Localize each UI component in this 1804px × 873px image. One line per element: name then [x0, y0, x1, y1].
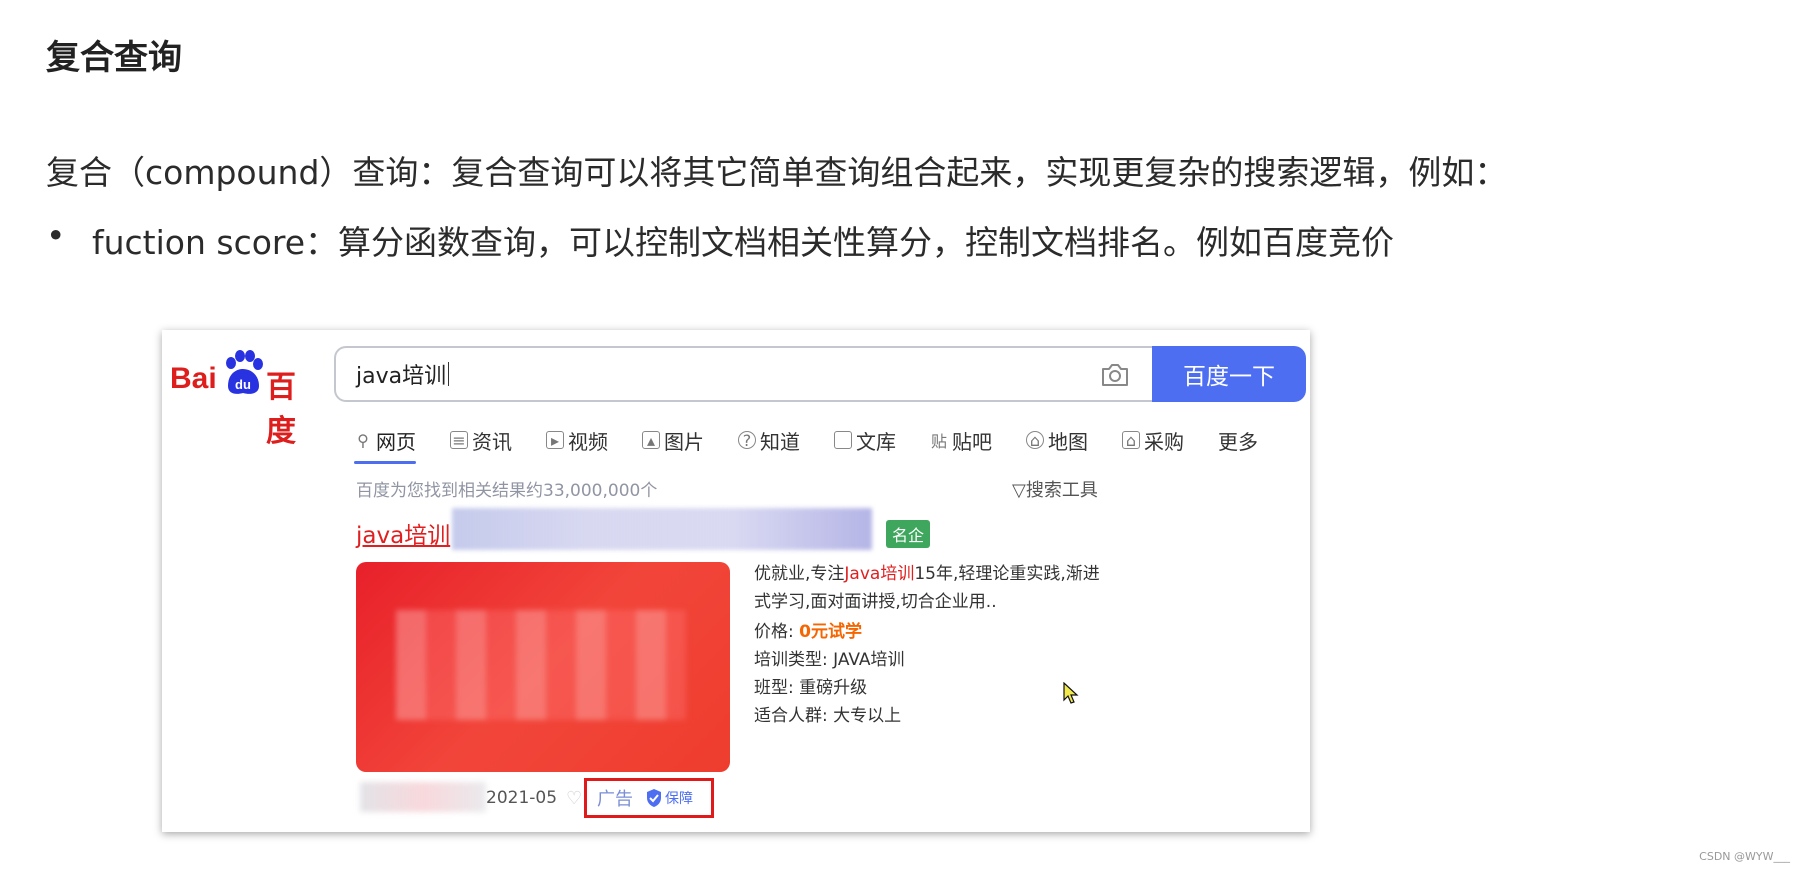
tab-label: 知道: [760, 429, 800, 454]
ad-date: 2021-05: [486, 788, 558, 808]
tab-label: 采购: [1144, 429, 1184, 454]
ad-description: 优就业,专注Java培训15年,轻理论重实践,渐进 式学习,面对面讲授,切合企业…: [754, 560, 1100, 616]
slide-title: 复合查询: [46, 38, 182, 78]
paw-icon: du: [222, 350, 264, 396]
famous-company-badge: 名企: [886, 520, 931, 548]
bullet-dot: •: [46, 216, 66, 255]
desc-line-2: 式学习,面对面讲授,切合企业用..: [754, 592, 997, 612]
price-line: 价格: 0元试学: [754, 622, 862, 642]
camera-icon[interactable]: [1100, 361, 1130, 389]
blurred-title-region: [452, 508, 872, 550]
tab-label: 文库: [856, 429, 896, 454]
tab-label: 贴吧: [952, 429, 992, 454]
logo-cn: 百度: [266, 370, 296, 449]
search-tools-label: 搜索工具: [1025, 480, 1098, 501]
tab-label: 图片: [664, 429, 704, 454]
map-icon: ⌂: [1026, 431, 1044, 450]
tab-label: 视频: [568, 429, 608, 454]
search-icon: ⚲: [357, 430, 369, 450]
baidu-screenshot: Bai du 百度 java培训 百度一下 ⚲ 网页 ≡ 资讯 ▸ 视频 ▴ 图…: [162, 330, 1310, 832]
logo-latin: Bai: [170, 362, 217, 395]
text-caret: [448, 362, 450, 386]
tab-map[interactable]: ⌂ 地图: [1026, 420, 1088, 460]
heart-icon[interactable]: ♡: [566, 788, 582, 809]
guarantee-label: 保障: [665, 791, 693, 807]
mouse-cursor-icon: [1063, 682, 1079, 704]
result-count: 百度为您找到相关结果约33,000,000个: [356, 481, 658, 501]
tab-tieba[interactable]: 贴 贴吧: [930, 420, 992, 460]
image-icon: ▴: [642, 431, 660, 450]
video-icon: ▸: [546, 431, 564, 450]
search-value: java培训: [356, 364, 447, 389]
news-icon: ≡: [450, 431, 468, 450]
ad-guarantee-box[interactable]: 广告 保障: [584, 778, 714, 818]
tab-purchase[interactable]: ⌂ 采购: [1122, 420, 1184, 460]
ad-result-title[interactable]: java培训: [356, 516, 450, 550]
watermark: CSDN @WYW___: [1699, 850, 1790, 863]
question-icon: ?: [738, 431, 756, 450]
tab-video[interactable]: ▸ 视频: [546, 420, 608, 460]
search-tools-button[interactable]: ▽搜索工具: [1012, 476, 1098, 502]
ad-label: 广告: [597, 789, 633, 810]
desc-line-1: 优就业,专注Java培训15年,轻理论重实践,渐进: [754, 564, 1100, 584]
blurred-source: [360, 782, 486, 812]
tab-wenku[interactable]: 文库: [834, 420, 896, 460]
tab-label: 地图: [1048, 429, 1088, 454]
tab-more[interactable]: 更多: [1218, 420, 1258, 460]
bag-icon: ⌂: [1122, 431, 1140, 450]
search-tabs: ⚲ 网页 ≡ 资讯 ▸ 视频 ▴ 图片 ? 知道 文库 贴 贴吧 ⌂ 地图 ⌂ …: [354, 420, 1292, 464]
tab-image[interactable]: ▴ 图片: [642, 420, 704, 460]
ad-info-lines: 价格: 0元试学 培训类型: JAVA培训 班型: 重磅升级 适合人群: 大专以…: [754, 618, 905, 730]
search-button[interactable]: 百度一下: [1152, 346, 1306, 402]
logo-paw-text: du: [235, 377, 251, 392]
tab-web[interactable]: ⚲ 网页: [354, 420, 416, 464]
class-line: 班型: 重磅升级: [754, 678, 868, 698]
intro-paragraph: 复合（compound）查询：复合查询可以将其它简单查询组合起来，实现更复杂的搜…: [46, 153, 1508, 192]
tab-news[interactable]: ≡ 资讯: [450, 420, 512, 460]
type-line: 培训类型: JAVA培训: [754, 650, 905, 670]
ad-image[interactable]: [356, 562, 730, 772]
search-input[interactable]: java培训: [334, 346, 1154, 402]
tab-label: 资讯: [472, 429, 512, 454]
baidu-logo[interactable]: Bai du 百度: [170, 350, 320, 449]
bullet-item: • fuction score：算分函数查询，可以控制文档相关性算分，控制文档排…: [46, 216, 1394, 264]
tieba-icon: 贴: [930, 432, 947, 451]
filter-icon: ▽: [1012, 480, 1026, 501]
tab-label: 网页: [376, 429, 416, 454]
doc-icon: [834, 431, 852, 449]
shield-check-icon: [647, 789, 661, 807]
blurred-image-content: [396, 610, 686, 720]
bullet-text: fuction score：算分函数查询，可以控制文档相关性算分，控制文档排名。…: [92, 223, 1395, 262]
tab-label: 更多: [1218, 429, 1258, 454]
audience-line: 适合人群: 大专以上: [754, 706, 902, 726]
tab-zhidao[interactable]: ? 知道: [738, 420, 800, 460]
